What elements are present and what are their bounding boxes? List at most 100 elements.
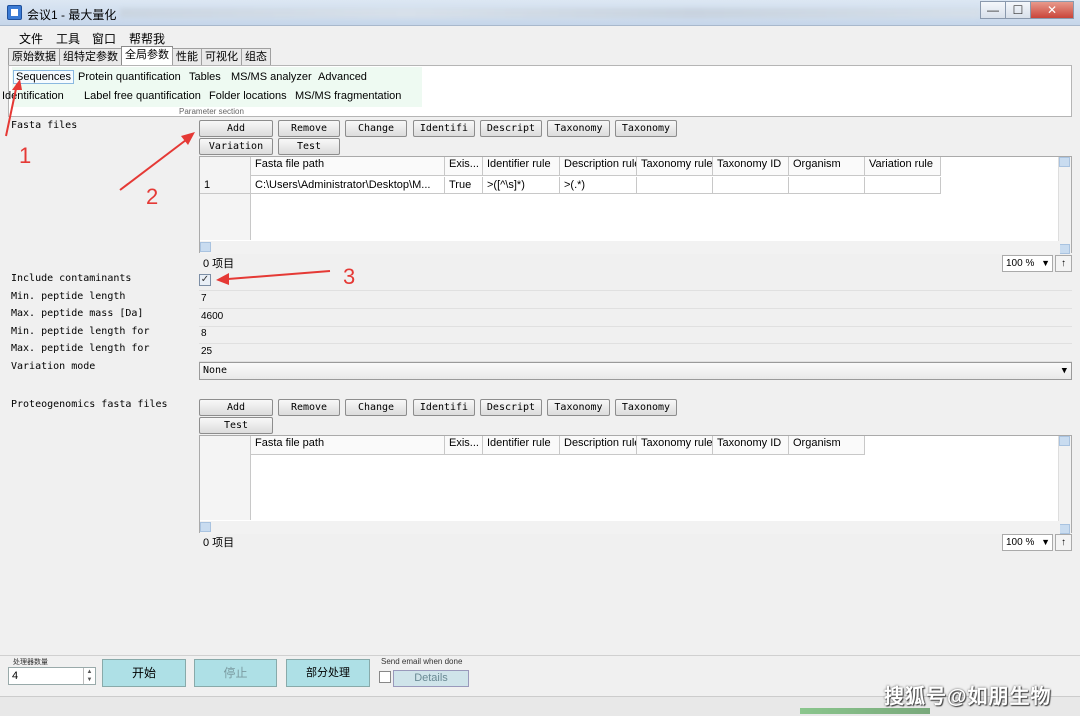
table-cell-variation[interactable]: [865, 177, 941, 194]
start-button[interactable]: 开始: [102, 659, 186, 687]
scroll-up-icon[interactable]: [1059, 157, 1070, 167]
column-header[interactable]: Variation rule: [865, 157, 941, 176]
fasta-files-table[interactable]: Fasta file path Exis... Identifier rule …: [199, 156, 1072, 254]
app-icon: [7, 5, 22, 20]
fasta-variation-button[interactable]: Variation: [199, 138, 273, 155]
move-up-icon[interactable]: ↑: [1055, 534, 1072, 551]
annotation-arrowhead-3: [216, 273, 229, 285]
pg-change-button[interactable]: Change: [345, 399, 407, 416]
column-header[interactable]: Description rule: [560, 157, 637, 176]
partial-processing-button[interactable]: 部分处理: [286, 659, 370, 687]
param-advanced[interactable]: Advanced: [318, 71, 367, 83]
param-tables[interactable]: Tables: [189, 71, 221, 83]
column-header[interactable]: Exis...: [445, 436, 483, 455]
column-header[interactable]: Taxonomy ID: [713, 157, 789, 176]
annotation-label-2: 2: [146, 184, 159, 209]
horizontal-scrollbar[interactable]: [200, 241, 1060, 254]
spinner-arrows-icon[interactable]: ▲ ▼: [83, 668, 95, 684]
column-header[interactable]: Description rule: [560, 436, 637, 455]
column-header[interactable]: Identifier rule: [483, 157, 560, 176]
variation-mode-select[interactable]: None ▼: [199, 362, 1072, 380]
scroll-down-icon[interactable]: [1059, 244, 1070, 254]
menu-tools[interactable]: 工具: [56, 30, 80, 47]
max-peptide-mass-field[interactable]: 4600: [201, 311, 223, 322]
vertical-scrollbar[interactable]: [1058, 157, 1071, 254]
send-email-checkbox[interactable]: [379, 671, 391, 683]
menu-help[interactable]: 帮帮我: [129, 30, 165, 47]
param-sequences[interactable]: Sequences: [13, 70, 75, 84]
table-cell-taxonomy-rule[interactable]: [637, 177, 713, 194]
tab-raw-data[interactable]: 原始数据: [8, 48, 60, 65]
scroll-left-icon[interactable]: [200, 522, 211, 532]
param-protein-quantification[interactable]: Protein quantification: [78, 71, 181, 83]
close-button[interactable]: ✕: [1030, 1, 1074, 19]
table-cell-path[interactable]: C:\Users\Administrator\Desktop\M...: [251, 177, 445, 194]
fasta-taxonomy-button[interactable]: Taxonomy: [547, 120, 610, 137]
maximize-button[interactable]: ☐: [1005, 1, 1031, 19]
pg-test-button[interactable]: Test: [199, 417, 273, 434]
menu-file[interactable]: 文件: [19, 30, 43, 47]
column-header[interactable]: Taxonomy rule: [637, 157, 713, 176]
minimize-button[interactable]: —: [980, 1, 1006, 19]
watermark: 搜狐号@如朋生物: [884, 686, 1052, 708]
fasta-remove-button[interactable]: Remove: [278, 120, 340, 137]
menu-window[interactable]: 窗口: [92, 30, 116, 47]
tab-configuration[interactable]: 组态: [241, 48, 271, 65]
scroll-left-icon[interactable]: [200, 242, 211, 252]
annotation-label-1: 1: [19, 143, 32, 168]
horizontal-scrollbar[interactable]: [200, 521, 1060, 534]
tab-performance[interactable]: 性能: [172, 48, 202, 65]
include-contaminants-checkbox[interactable]: ✓: [199, 274, 211, 286]
fasta-zoom-select[interactable]: 100 % ▼: [1002, 255, 1053, 272]
details-button[interactable]: Details: [393, 670, 469, 687]
tab-global-params[interactable]: 全局参数: [121, 46, 173, 65]
blurred-title-region: [120, 8, 980, 18]
min-peptide-length-field[interactable]: 7: [201, 293, 207, 304]
column-header[interactable]: Exis...: [445, 157, 483, 176]
param-label-free-quantification[interactable]: Label free quantification: [84, 90, 201, 102]
move-up-icon[interactable]: ↑: [1055, 255, 1072, 272]
pg-description-button[interactable]: Descript: [480, 399, 542, 416]
table-cell-description[interactable]: >(.*): [560, 177, 637, 194]
scroll-up-icon[interactable]: [1059, 436, 1070, 446]
fasta-taxonomy-id-button[interactable]: Taxonomy: [615, 120, 677, 137]
fasta-description-button[interactable]: Descript: [480, 120, 542, 137]
pg-taxonomy-button[interactable]: Taxonomy: [547, 399, 610, 416]
table-cell-identifier[interactable]: >([^\s]*): [483, 177, 560, 194]
fasta-change-button[interactable]: Change: [345, 120, 407, 137]
scroll-down-icon[interactable]: [1059, 524, 1070, 534]
pg-identifier-button[interactable]: Identifi: [413, 399, 475, 416]
table-cell-exists[interactable]: True: [445, 177, 483, 194]
table-cell-organism[interactable]: [789, 177, 865, 194]
fasta-test-button[interactable]: Test: [278, 138, 340, 155]
column-header[interactable]: Organism: [789, 157, 865, 176]
row-header-column: [200, 157, 251, 240]
param-msms-analyzer[interactable]: MS/MS analyzer: [231, 71, 312, 83]
pg-zoom-select[interactable]: 100 % ▼: [1002, 534, 1053, 551]
fasta-identifier-button[interactable]: Identifi: [413, 120, 475, 137]
tab-visualization[interactable]: 可视化: [201, 48, 242, 65]
pg-remove-button[interactable]: Remove: [278, 399, 340, 416]
column-header[interactable]: Taxonomy ID: [713, 436, 789, 455]
pg-add-button[interactable]: Add: [199, 399, 273, 416]
stop-button[interactable]: 停止: [194, 659, 277, 687]
max-peptide-length-for-field[interactable]: 25: [201, 346, 212, 357]
min-peptide-length-for-field[interactable]: 8: [201, 328, 207, 339]
pg-taxonomy-id-button[interactable]: Taxonomy: [615, 399, 677, 416]
column-header[interactable]: Fasta file path: [251, 436, 445, 455]
min-peptide-length-for-label: Min. peptide length for: [11, 326, 150, 337]
max-peptide-mass-label: Max. peptide mass [Da]: [11, 308, 144, 319]
param-identification[interactable]: Identification: [2, 90, 64, 102]
column-header[interactable]: Taxonomy rule: [637, 436, 713, 455]
table-cell-taxonomy-id[interactable]: [713, 177, 789, 194]
tab-group-params[interactable]: 组特定参数: [59, 48, 122, 65]
vertical-scrollbar[interactable]: [1058, 436, 1071, 534]
fasta-add-button[interactable]: Add: [199, 120, 273, 137]
proteogenomics-table[interactable]: Fasta file path Exis... Identifier rule …: [199, 435, 1072, 534]
param-msms-fragmentation[interactable]: MS/MS fragmentation: [295, 90, 401, 102]
column-header[interactable]: Fasta file path: [251, 157, 445, 176]
column-header[interactable]: Organism: [789, 436, 865, 455]
column-header[interactable]: Identifier rule: [483, 436, 560, 455]
param-folder-locations[interactable]: Folder locations: [209, 90, 287, 102]
processors-stepper[interactable]: 4 ▲ ▼: [8, 667, 96, 685]
